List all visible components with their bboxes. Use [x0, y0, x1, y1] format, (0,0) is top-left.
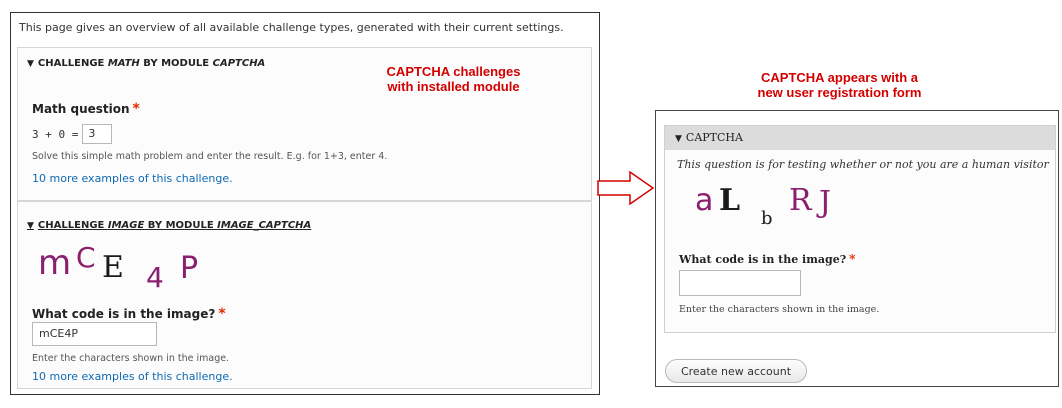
image-challenge-fieldset: ▼ Challenge Image by module Image_Captcha…: [17, 201, 592, 389]
create-new-account-button[interactable]: Create new account: [665, 359, 807, 383]
math-challenge-summary[interactable]: ▼ Challenge Math by module CAPTCHA: [27, 58, 265, 69]
captcha-char: P: [180, 251, 198, 286]
captcha-code-input[interactable]: mCE4P: [32, 322, 157, 346]
intro-text: This page gives an overview of all avail…: [19, 21, 564, 34]
captcha-description: This question is for testing whether or …: [677, 158, 1049, 171]
registration-question-label: What code is in the image? *: [679, 252, 855, 266]
summary-mid: by module: [143, 58, 210, 69]
registration-question-label-text: What code is in the image?: [679, 253, 847, 266]
summary-type: Math: [107, 58, 140, 69]
annotation-line: CAPTCHA challenges: [386, 64, 521, 79]
image-question-label: What code is in the image? *: [32, 306, 226, 322]
summary-prefix: Challenge: [37, 58, 105, 69]
captcha-fieldset-legend[interactable]: ▼ CAPTCHA: [665, 126, 1055, 150]
captcha-image: a L b R J: [695, 183, 831, 228]
triangle-down-icon: ▼: [675, 134, 682, 144]
summary-module: Image_Captcha: [217, 220, 312, 231]
annotation-line: new user registration form: [757, 85, 922, 100]
math-equation-row: 3 + 0 = 3: [32, 124, 113, 144]
summary-prefix: Challenge: [37, 220, 105, 231]
annotation-registration-form: CAPTCHA appears with a new user registra…: [752, 70, 927, 100]
image-question-label-text: What code is in the image?: [32, 307, 216, 321]
captcha-char: b: [761, 208, 773, 228]
summary-mid: by module: [147, 220, 214, 231]
captcha-char: J: [816, 185, 831, 220]
annotation-installed-module: CAPTCHA challenges with installed module: [366, 64, 541, 94]
math-equation: 3 + 0 =: [32, 127, 79, 141]
triangle-down-icon: ▼: [27, 59, 34, 69]
right-arrow-icon: [597, 170, 655, 206]
fieldset-title: CAPTCHA: [685, 131, 743, 144]
registration-captcha-input[interactable]: [679, 270, 801, 296]
captcha-char: L: [719, 183, 740, 218]
required-marker: *: [218, 306, 226, 322]
math-question-label: Math question *: [32, 101, 140, 117]
required-marker: *: [132, 101, 140, 117]
registration-help-text: Enter the characters shown in the image.: [679, 304, 880, 315]
image-challenge-summary[interactable]: ▼ Challenge Image by module Image_Captcha: [27, 220, 311, 231]
summary-type: Image: [107, 220, 145, 231]
captcha-fieldset: ▼ CAPTCHA This question is for testing wh…: [664, 125, 1056, 333]
math-description: Solve this simple math problem and enter…: [32, 151, 388, 162]
captcha-char: R: [789, 183, 813, 218]
captcha-char: 4: [146, 261, 164, 290]
captcha-char: a: [695, 183, 713, 218]
triangle-down-icon: ▼: [27, 221, 34, 231]
captcha-char: E: [102, 250, 124, 285]
math-more-examples-link[interactable]: 10 more examples of this challenge.: [32, 172, 233, 185]
captcha-char: m: [38, 243, 71, 283]
math-question-label-text: Math question: [32, 102, 130, 116]
annotation-line: with installed module: [387, 79, 520, 94]
math-answer-input[interactable]: 3: [82, 124, 113, 144]
image-more-examples-link[interactable]: 10 more examples of this challenge.: [32, 370, 233, 383]
summary-module: CAPTCHA: [212, 58, 266, 69]
required-marker: *: [849, 252, 856, 266]
registration-form-panel: ▼ CAPTCHA This question is for testing wh…: [655, 110, 1059, 387]
annotation-line: CAPTCHA appears with a: [761, 70, 918, 85]
captcha-image: m C E 4 P: [38, 241, 198, 290]
captcha-char: C: [76, 241, 96, 274]
image-description: Enter the characters shown in the image.: [32, 353, 230, 364]
